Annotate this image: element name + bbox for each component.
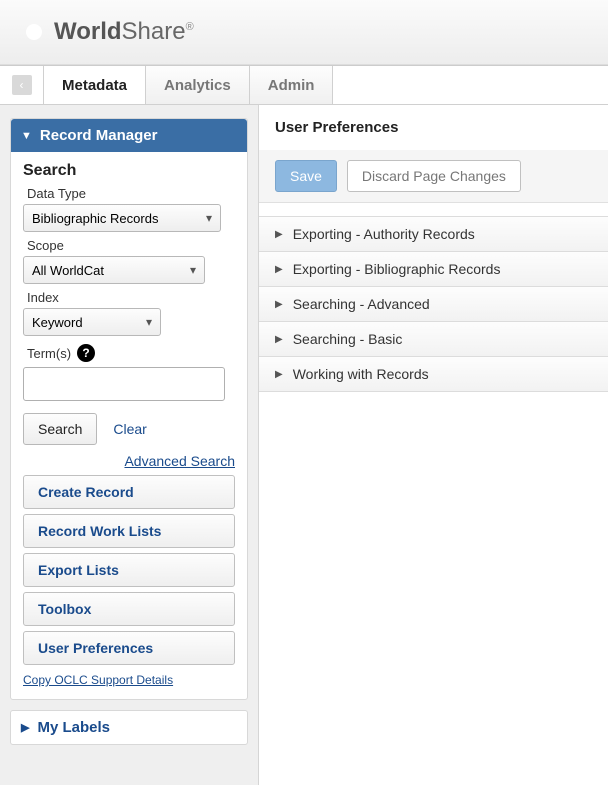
tab-metadata[interactable]: Metadata [44,66,146,104]
nav-create-record[interactable]: Create Record [23,475,235,509]
section-exporting-authority[interactable]: ▶ Exporting - Authority Records [259,216,608,252]
chevron-right-icon: ▶ [21,721,29,734]
discard-button[interactable]: Discard Page Changes [347,160,521,192]
section-searching-advanced[interactable]: ▶ Searching - Advanced [259,286,608,322]
nav-record-work-lists[interactable]: Record Work Lists [23,514,235,548]
chevron-down-icon: ▼ [21,130,32,142]
section-label: Exporting - Authority Records [293,226,475,242]
chevron-right-icon: ▶ [275,229,283,240]
record-manager-header[interactable]: ▼ Record Manager [11,119,247,152]
section-working-records[interactable]: ▶ Working with Records [259,356,608,392]
nav-export-lists[interactable]: Export Lists [23,553,235,587]
content-actions: Save Discard Page Changes [259,150,608,203]
scope-label: Scope [27,238,235,253]
nav-toolbox[interactable]: Toolbox [23,592,235,626]
search-button[interactable]: Search [23,413,97,445]
advanced-search-link[interactable]: Advanced Search [124,453,235,469]
section-exporting-bibliographic[interactable]: ▶ Exporting - Bibliographic Records [259,251,608,287]
worldshare-logo-icon [20,18,48,46]
preferences-accordion: ▶ Exporting - Authority Records ▶ Export… [259,216,608,392]
index-value: Keyword [32,315,83,330]
chevron-right-icon: ▶ [275,264,283,275]
content-area: User Preferences Save Discard Page Chang… [258,105,608,785]
chevron-right-icon: ▶ [275,334,283,345]
sidebar: ▼ Record Manager Search Data Type Biblio… [0,105,258,785]
help-icon[interactable]: ? [77,344,95,362]
record-manager-body: Search Data Type Bibliographic Records S… [11,152,247,699]
page-title: User Preferences [259,105,608,150]
chevron-left-icon: ‹ [12,75,32,95]
record-manager-title: Record Manager [40,127,158,144]
search-heading: Search [23,162,235,180]
record-manager-panel: ▼ Record Manager Search Data Type Biblio… [10,118,248,700]
tab-analytics[interactable]: Analytics [146,66,250,104]
clear-link[interactable]: Clear [113,421,146,437]
section-label: Searching - Advanced [293,296,430,312]
chevron-right-icon: ▶ [275,299,283,310]
back-button[interactable]: ‹ [0,66,44,104]
worldshare-logo-text: WorldShare® [54,18,194,46]
main-tab-bar: ‹ Metadata Analytics Admin [0,65,608,105]
section-label: Exporting - Bibliographic Records [293,261,501,277]
terms-label: Term(s) [27,346,71,361]
scope-value: All WorldCat [32,263,104,278]
section-searching-basic[interactable]: ▶ Searching - Basic [259,321,608,357]
chevron-right-icon: ▶ [275,369,283,380]
nav-user-preferences[interactable]: User Preferences [23,631,235,665]
data-type-label: Data Type [27,186,235,201]
my-labels-panel: ▶ My Labels [10,710,248,745]
copy-oclc-support-link[interactable]: Copy OCLC Support Details [23,673,173,687]
tab-admin[interactable]: Admin [250,66,334,104]
index-select[interactable]: Keyword [23,308,161,336]
my-labels-title: My Labels [37,719,110,736]
data-type-select[interactable]: Bibliographic Records [23,204,221,232]
section-label: Working with Records [293,366,429,382]
index-label: Index [27,290,235,305]
my-labels-header[interactable]: ▶ My Labels [11,711,247,744]
save-button[interactable]: Save [275,160,337,192]
data-type-value: Bibliographic Records [32,211,158,226]
section-label: Searching - Basic [293,331,403,347]
app-header: WorldShare® [0,0,608,65]
terms-input[interactable] [23,367,225,401]
scope-select[interactable]: All WorldCat [23,256,205,284]
